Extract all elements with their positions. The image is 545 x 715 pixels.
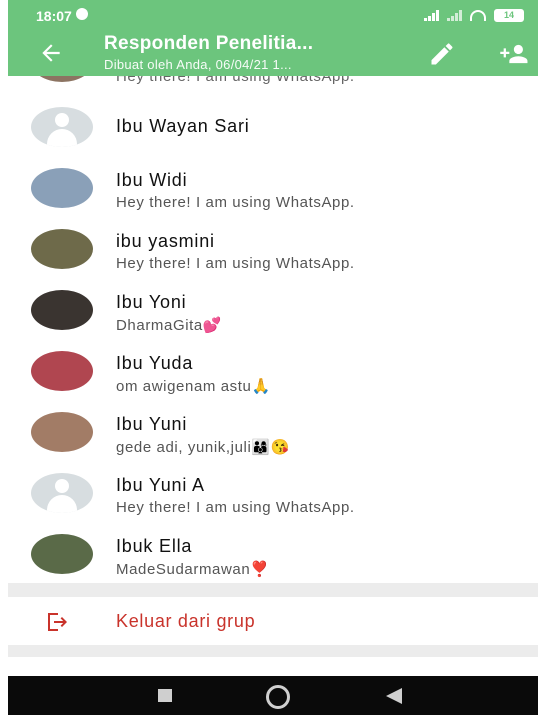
member-status: DharmaGita💕 (116, 317, 223, 334)
member-name: Ibu Yoni (116, 292, 187, 312)
list-item[interactable]: Ibu Yuda om awigenam astu🙏 (8, 340, 538, 401)
back-arrow-icon[interactable] (38, 40, 64, 66)
member-name: Ibu Widi (116, 170, 188, 190)
avatar-placeholder (31, 473, 93, 513)
avatar-placeholder (31, 107, 93, 147)
avatar (31, 229, 93, 269)
home-icon[interactable] (266, 685, 290, 709)
section-divider (8, 645, 538, 657)
edit-pencil-icon[interactable] (428, 40, 456, 68)
list-item[interactable]: Ibu Yoni DharmaGita💕 (8, 279, 538, 340)
member-name: ibu yasmini (116, 231, 215, 251)
member-name: Ibuk Ella (116, 536, 193, 556)
list-item[interactable]: Ibu Wayan Sari (8, 96, 538, 157)
list-item[interactable]: Ibu Widi Hey there! I am using WhatsApp. (8, 157, 538, 218)
list-item[interactable]: ibu yasmini Hey there! I am using WhatsA… (8, 218, 538, 279)
member-name: Ibu Yuni A (116, 475, 205, 495)
list-item[interactable]: Ibuk Ella MadeSudarmawan❣️ (8, 523, 538, 584)
list-item[interactable]: Ibu Yuni gede adi, yunik,juli👨‍👩‍👦😘 (8, 401, 538, 462)
member-status: Hey there! I am using WhatsApp. (116, 499, 355, 516)
member-status: gede adi, yunik,juli👨‍👩‍👦😘 (116, 439, 290, 456)
status-time: 18:07 (36, 8, 72, 24)
member-name: Ibu Yuni (116, 414, 188, 434)
recents-icon[interactable] (158, 689, 172, 702)
member-status: Hey there! I am using WhatsApp. (116, 255, 355, 272)
status-icons: 14 (424, 9, 524, 22)
app-bar: 18:07 14 Responden Penelitia... Dibuat o… (8, 0, 538, 76)
battery-icon: 14 (494, 9, 524, 22)
avatar (31, 168, 93, 208)
group-title: Responden Penelitia... (104, 33, 314, 54)
exit-group-label: Keluar dari grup (116, 611, 256, 631)
exit-group-button[interactable]: Keluar dari grup (8, 597, 538, 645)
member-status: om awigenam astu🙏 (116, 378, 271, 395)
avatar (31, 412, 93, 452)
avatar (31, 290, 93, 330)
avatar (31, 351, 93, 391)
signal-2-icon (447, 10, 462, 21)
exit-icon (48, 613, 67, 631)
notification-icon (76, 8, 88, 20)
group-subtitle: Dibuat oleh Anda, 06/04/21 1... (104, 57, 292, 72)
member-name: Ibu Yuda (116, 353, 194, 373)
list-item[interactable]: Ibu Yuni A Hey there! I am using WhatsAp… (8, 462, 538, 523)
member-status: MadeSudarmawan❣️ (116, 561, 270, 578)
wifi-icon (470, 10, 486, 21)
add-participant-icon[interactable] (498, 40, 532, 68)
signal-icon (424, 10, 439, 21)
member-name: Ibu Wayan Sari (116, 116, 250, 136)
back-nav-icon[interactable] (386, 688, 402, 704)
section-divider (8, 583, 538, 597)
group-title-area[interactable]: Responden Penelitia... Dibuat oleh Anda,… (104, 33, 404, 72)
avatar (31, 534, 93, 574)
member-status: Hey there! I am using WhatsApp. (116, 194, 355, 211)
navigation-bar (8, 676, 538, 715)
status-bar: 18:07 14 (8, 0, 538, 28)
